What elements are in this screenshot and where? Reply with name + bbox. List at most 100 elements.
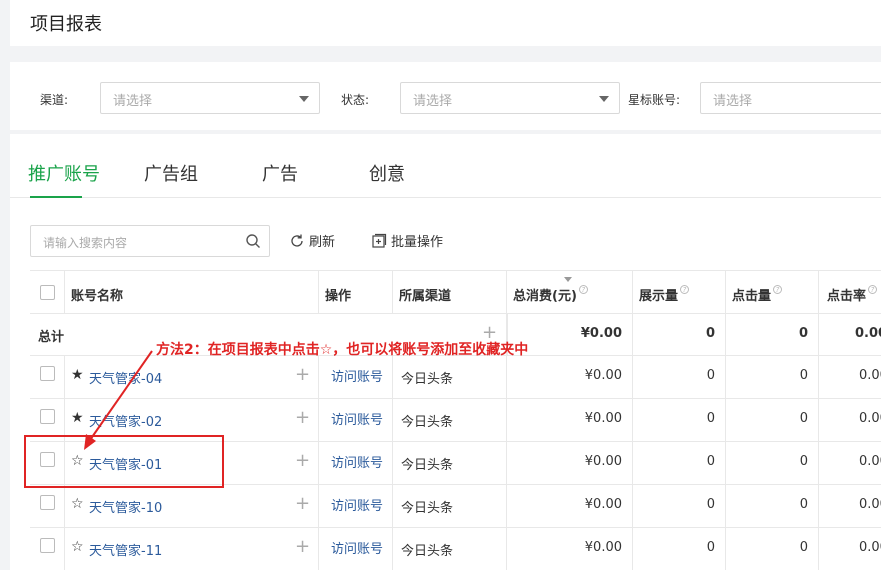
tab-bar: 推广账号 广告组 广告 创意 <box>10 134 881 198</box>
page-header: 项目报表 <box>10 0 881 46</box>
action-cell: 访问账号 <box>319 356 393 398</box>
spend-cell: ¥0.00 <box>507 442 633 484</box>
clicks-cell: 0 <box>726 485 819 527</box>
action-header-label: 操作 <box>325 289 352 304</box>
star-outline-icon[interactable]: ☆ <box>71 539 84 555</box>
visit-account-link[interactable]: 访问账号 <box>331 495 383 514</box>
visit-account-link[interactable]: 访问账号 <box>331 538 383 557</box>
search-input[interactable]: 请输入搜索内容 <box>30 225 270 257</box>
channel-header-label: 所属渠道 <box>399 289 452 304</box>
clicks-header[interactable]: 点击量? <box>726 271 819 313</box>
tab-ad-groups[interactable]: 广告组 <box>144 160 198 186</box>
page-title: 项目报表 <box>30 14 102 35</box>
status-select[interactable]: 请选择 <box>400 82 620 114</box>
starred-select[interactable]: 请选择 <box>700 82 881 114</box>
impressions-header[interactable]: 展示量? <box>633 271 726 313</box>
star-filled-icon[interactable]: ★ <box>71 410 84 426</box>
impressions-cell: 0 <box>633 356 726 398</box>
plus-icon[interactable]: + <box>295 364 310 385</box>
table-header-row: 账号名称 操作 所属渠道 总消费(元)? 展示量? 点击量? 点击率? <box>30 270 881 314</box>
spend-cell: ¥0.00 <box>507 356 633 398</box>
star-outline-icon[interactable]: ☆ <box>71 496 84 512</box>
channel-select[interactable]: 请选择 <box>100 82 320 114</box>
help-icon: ? <box>578 285 588 294</box>
spend-value: ¥0.00 <box>584 411 622 426</box>
help-icon: ? <box>868 285 878 294</box>
account-name[interactable]: 天气管家-11 <box>89 540 162 559</box>
ctr-value: 0.00 <box>859 454 881 469</box>
account-name[interactable]: 天气管家-02 <box>89 411 162 430</box>
spend-value: ¥0.00 <box>584 540 622 555</box>
annotation-text: 方法2：在项目报表中点击☆，也可以将账号添加至收藏夹中 <box>156 342 529 358</box>
plus-icon[interactable]: + <box>295 407 310 428</box>
name-cell: ☆ 天气管家-11 + <box>65 528 319 570</box>
name-header: 账号名称 <box>65 271 319 313</box>
clicks-header-label: 点击量? <box>732 285 783 304</box>
channel-cell: 今日头条 <box>393 485 507 527</box>
clicks-value: 0 <box>799 454 808 469</box>
clicks-value: 0 <box>799 411 808 426</box>
spend-header-label: 总消费(元)? <box>513 285 588 304</box>
channel-value: 今日头条 <box>401 544 454 559</box>
ctr-cell: 0.00 <box>819 399 881 441</box>
total-spend: ¥0.00 <box>580 326 622 341</box>
channel-value: 今日头条 <box>401 415 454 430</box>
spend-value: ¥0.00 <box>584 454 622 469</box>
help-icon: ? <box>773 285 783 294</box>
ctr-value: 0.00 <box>859 411 881 426</box>
starred-filter-label: 星标账号: <box>628 93 681 107</box>
name-header-label: 账号名称 <box>71 289 124 304</box>
impressions-value: 0 <box>706 368 715 383</box>
channel-cell: 今日头条 <box>393 356 507 398</box>
plus-icon[interactable]: + <box>295 536 310 557</box>
clicks-value: 0 <box>799 540 808 555</box>
batch-operation-button[interactable]: 批量操作 <box>371 231 443 250</box>
action-header: 操作 <box>319 271 393 313</box>
row-checkbox[interactable] <box>40 495 55 510</box>
help-icon: ? <box>680 285 690 294</box>
tab-ads[interactable]: 广告 <box>262 160 298 186</box>
account-name[interactable]: 天气管家-10 <box>89 497 162 516</box>
status-filter-label: 状态: <box>341 93 370 107</box>
account-name[interactable]: 天气管家-04 <box>89 368 162 387</box>
plus-icon[interactable]: + <box>295 450 310 471</box>
plus-icon[interactable]: + <box>295 493 310 514</box>
spend-value: ¥0.00 <box>584 368 622 383</box>
ctr-cell: 0.00 <box>819 356 881 398</box>
visit-account-link[interactable]: 访问账号 <box>331 366 383 385</box>
batch-operation-label: 批量操作 <box>391 235 444 250</box>
channel-cell: 今日头条 <box>393 399 507 441</box>
search-placeholder: 请输入搜索内容 <box>43 236 128 250</box>
select-all-checkbox[interactable] <box>40 285 55 300</box>
tab-creatives[interactable]: 创意 <box>369 160 405 186</box>
action-cell: 访问账号 <box>319 399 393 441</box>
channel-filter-label: 渠道: <box>40 93 69 107</box>
spend-header[interactable]: 总消费(元)? <box>507 271 633 313</box>
name-cell: ★ 天气管家-04 + <box>65 356 319 398</box>
row-checkbox[interactable] <box>40 538 55 553</box>
refresh-label: 刷新 <box>309 235 336 250</box>
row-checkbox[interactable] <box>40 409 55 424</box>
clicks-cell: 0 <box>726 442 819 484</box>
action-cell: 访问账号 <box>319 528 393 570</box>
impressions-value: 0 <box>706 540 715 555</box>
ctr-header[interactable]: 点击率? <box>819 271 881 313</box>
total-impressions: 0 <box>705 326 715 341</box>
tab-accounts[interactable]: 推广账号 <box>28 160 100 186</box>
row-checkbox[interactable] <box>40 366 55 381</box>
impressions-cell: 0 <box>633 442 726 484</box>
refresh-button[interactable]: 刷新 <box>289 231 335 250</box>
total-clicks: 0 <box>798 326 808 341</box>
visit-account-link[interactable]: 访问账号 <box>331 409 383 428</box>
clicks-cell: 0 <box>726 356 819 398</box>
action-cell: 访问账号 <box>319 442 393 484</box>
active-tab-indicator <box>30 196 82 198</box>
ctr-value: 0.00 <box>859 540 881 555</box>
sort-caret-icon[interactable] <box>564 277 572 283</box>
visit-account-link[interactable]: 访问账号 <box>331 452 383 471</box>
star-filled-icon[interactable]: ★ <box>71 367 84 383</box>
chevron-down-icon <box>299 96 309 102</box>
total-clicks-cell: 0 <box>726 314 819 355</box>
total-impressions-cell: 0 <box>633 314 726 355</box>
search-icon[interactable] <box>245 233 261 249</box>
